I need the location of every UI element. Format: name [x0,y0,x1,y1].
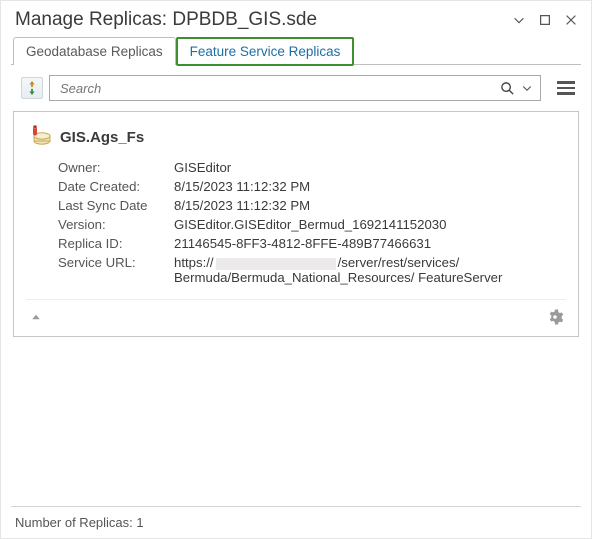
search-dropdown-icon[interactable] [518,77,536,99]
date-created-label: Date Created: [58,179,168,194]
collapse-icon[interactable] [26,309,46,325]
last-sync-value: 8/15/2023 11:12:32 PM [174,198,566,213]
tab-strip: Geodatabase Replicas Feature Service Rep… [11,37,581,65]
tab-geodatabase-replicas[interactable]: Geodatabase Replicas [13,37,176,65]
replica-icon [26,124,52,150]
manage-replicas-pane: Manage Replicas: DPBDB_GIS.sde Geodataba… [0,0,592,539]
version-value: GISEditor.GISEditor_Bermud_1692141152030 [174,217,566,232]
window-controls [511,12,579,28]
search-toolbar [11,65,581,107]
last-sync-label: Last Sync Date [58,198,168,213]
replica-id-value: 21146545-8FF3-4812-8FFE-489B77466631 [174,236,566,251]
version-label: Version: [58,217,168,232]
owner-value: GISEditor [174,160,566,175]
maximize-button[interactable] [537,12,553,28]
replica-card-footer [26,299,566,328]
service-url-label: Service URL: [58,255,168,285]
replica-list: GIS.Ags_Fs Owner: GISEditor Date Created… [13,111,579,506]
service-url-prefix: https:// [174,255,214,270]
service-url-value: https:///server/rest/services/ Bermuda/B… [174,255,566,285]
replica-id-label: Replica ID: [58,236,168,251]
replica-card: GIS.Ags_Fs Owner: GISEditor Date Created… [13,111,579,337]
menu-button[interactable] [511,12,527,28]
redacted-host [216,258,336,270]
date-created-value: 8/15/2023 11:12:32 PM [174,179,566,194]
replica-details: Owner: GISEditor Date Created: 8/15/2023… [26,160,566,289]
replica-name: GIS.Ags_Fs [60,129,144,146]
menu-icon[interactable] [553,75,579,101]
search-icon[interactable] [496,77,518,99]
replica-count: Number of Replicas: 1 [15,515,144,530]
replica-card-header: GIS.Ags_Fs [26,122,566,160]
sync-button[interactable] [21,77,43,99]
owner-label: Owner: [58,160,168,175]
search-box [49,75,541,101]
gear-icon[interactable] [544,306,566,328]
title-bar: Manage Replicas: DPBDB_GIS.sde [11,5,581,37]
tab-feature-service-replicas[interactable]: Feature Service Replicas [176,37,355,66]
close-button[interactable] [563,12,579,28]
status-bar: Number of Replicas: 1 [11,506,581,532]
search-input[interactable] [58,80,496,97]
window-title: Manage Replicas: DPBDB_GIS.sde [15,9,511,31]
